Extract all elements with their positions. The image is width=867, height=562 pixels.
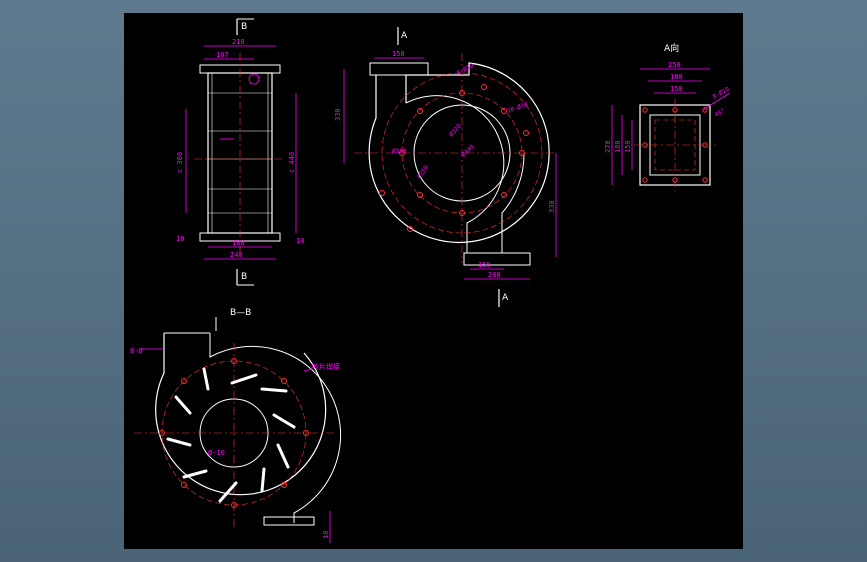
dim-bottom-overall: 240 [230, 251, 243, 259]
dim-flange-top-inner: 150 [670, 85, 683, 93]
bolt-hole [481, 84, 487, 90]
impeller-blades [166, 367, 296, 503]
blade [260, 467, 266, 493]
dim-circle-b: Ø250 [416, 164, 430, 180]
dim-flange-top-overall: 250 [668, 61, 681, 69]
bolt-hole [523, 130, 529, 136]
dim-flange-left-overall: 270 [604, 140, 612, 153]
section-marker-bottom: B [241, 272, 247, 282]
blade [174, 395, 192, 415]
dim-flange-angle: 45° [714, 107, 727, 118]
dim-blade-left: 8-Ø [130, 347, 143, 355]
bolt-hole [642, 107, 648, 113]
section-volute-outer [155, 333, 327, 496]
section-marker-top-a: A [401, 31, 408, 41]
weld-symbol-icon [248, 73, 260, 85]
dim-top-flange: 150 [392, 50, 405, 58]
bolt-hole [417, 108, 423, 114]
flange-view: A向 250 180 150 270 180 150 8-Ø10 45° [604, 42, 731, 191]
dim-bottom-inner: 180 [232, 239, 245, 247]
blade [276, 443, 290, 469]
front-view: B B 210 107 c 380 c 440 180 240 10 10 [176, 18, 304, 286]
bolt-hole [501, 192, 507, 198]
dim-top-inner: 107 [216, 51, 229, 59]
blade [182, 469, 208, 479]
bolt-hole [702, 177, 708, 183]
section-outlet-flange [263, 516, 315, 526]
bolt-hole [281, 378, 287, 384]
dim-left-height: 330 [334, 108, 342, 121]
blade [230, 373, 258, 385]
flange-view-title: A向 [664, 42, 679, 54]
section-marker-bottom-a: A [502, 293, 509, 303]
dim-flange-left-inner: 150 [624, 140, 632, 153]
dim-right-height: 330 [548, 200, 556, 213]
blade [260, 387, 288, 393]
blade [202, 367, 210, 391]
bolt-hole [379, 190, 385, 196]
cad-drawing: B B 210 107 c 380 c 440 180 240 10 10 A … [130, 18, 731, 543]
volute-view: A A 150 330 330 150 280 Ø380 Ø250 Ø320 Ø… [334, 27, 557, 307]
dim-side-right: 10 [296, 237, 304, 245]
dim-top-overall: 210 [232, 38, 245, 46]
dim-circle-c: Ø320 [448, 122, 463, 138]
blade [272, 413, 296, 429]
dim-bottom-section: 10 [322, 531, 330, 539]
dim-bottom-overall-v: 280 [488, 271, 501, 279]
section-view: B—B 8-Ø Ø-10 叶片焊接 10 [130, 308, 342, 543]
dim-height-left: c 380 [176, 152, 184, 173]
dim-circle-d: Ø440 [460, 143, 475, 158]
leader-note [303, 368, 313, 372]
dim-height-right: c 440 [288, 152, 296, 173]
blade [218, 481, 238, 503]
dim-note: 叶片焊接 [312, 362, 340, 371]
section-marker-top: B [241, 22, 247, 32]
dim-side-left: 10 [176, 235, 184, 243]
dim-flange-top-mid: 180 [670, 73, 683, 81]
bolt-holes [379, 84, 529, 232]
dim-circle-a: Ø380 [392, 148, 407, 155]
bolt-hole [642, 177, 648, 183]
bolt-hole [417, 192, 423, 198]
outlet-flange [463, 252, 531, 266]
dim-bottom-inner-v: 150 [478, 261, 491, 269]
drawing-canvas[interactable]: B B 210 107 c 380 c 440 180 240 10 10 A … [124, 13, 743, 549]
section-view-title: B—B [230, 308, 251, 318]
dim-holes-right: 10-Ø10 [506, 101, 529, 115]
dim-inner: Ø-10 [208, 449, 225, 457]
dim-flange-left-mid: 180 [614, 140, 622, 153]
inlet-flange [369, 62, 429, 76]
blade [166, 437, 192, 447]
